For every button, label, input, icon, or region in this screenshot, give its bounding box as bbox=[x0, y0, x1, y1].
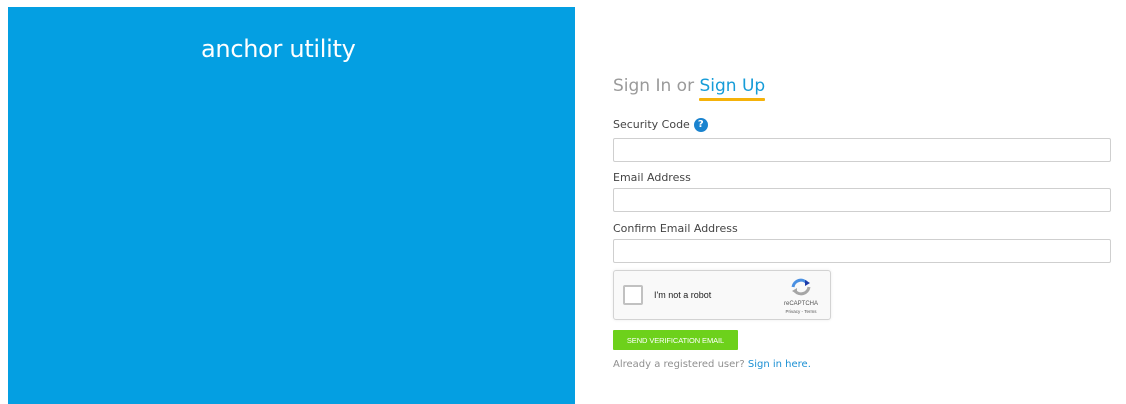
signin-prompt: Already a registered user? Sign in here. bbox=[613, 359, 811, 370]
recaptcha-widget: I'm not a robot reCAPTCHA Privacy - Term… bbox=[613, 270, 831, 320]
send-verification-email-button[interactable]: SEND VERIFICATION EMAIL bbox=[613, 330, 738, 350]
confirm-email-label: Confirm Email Address bbox=[613, 222, 738, 235]
email-address-label: Email Address bbox=[613, 171, 691, 184]
email-address-input[interactable] bbox=[613, 188, 1111, 212]
heading-sign-in-or: Sign In or bbox=[613, 76, 695, 96]
tab-sign-up[interactable]: Sign Up bbox=[699, 76, 765, 101]
recaptcha-terms-link[interactable]: Privacy - Terms bbox=[778, 309, 824, 314]
recaptcha-logo-icon bbox=[791, 278, 811, 296]
brand-panel: anchor utility bbox=[8, 7, 575, 404]
auth-heading: Sign In or Sign Up bbox=[613, 76, 765, 101]
question-circle-icon[interactable]: ? bbox=[693, 118, 708, 132]
signin-prompt-text: Already a registered user? bbox=[613, 359, 745, 370]
recaptcha-brand: reCAPTCHA bbox=[783, 301, 818, 307]
security-code-label: Security Code? bbox=[613, 118, 708, 132]
security-code-label-text: Security Code bbox=[613, 118, 690, 131]
confirm-email-input[interactable] bbox=[613, 239, 1111, 263]
security-code-input[interactable] bbox=[613, 138, 1111, 162]
sign-in-link[interactable]: Sign in here. bbox=[748, 359, 811, 370]
signup-form: Sign In or Sign Up Security Code? Email … bbox=[613, 0, 1126, 404]
recaptcha-label: I'm not a robot bbox=[654, 290, 712, 300]
recaptcha-checkbox[interactable] bbox=[623, 285, 643, 305]
brand-title: anchor utility bbox=[201, 35, 356, 63]
